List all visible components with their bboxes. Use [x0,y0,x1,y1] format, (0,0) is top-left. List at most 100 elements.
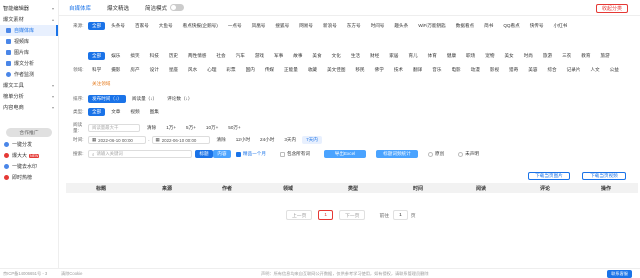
field-chip-21[interactable]: 美女 [500,52,517,60]
read-100k[interactable]: 10万+ [202,124,222,132]
source-chip-18[interactable]: 小红书 [549,22,571,30]
search-content-button[interactable]: 内容 [213,150,231,158]
download-page-images-button[interactable]: 下载当页图片 [528,172,570,180]
field-chip-27[interactable]: 科学 [88,66,105,74]
field-chip-51[interactable]: 记录片 [563,66,585,74]
field-chip-26[interactable]: 旅游 [596,52,613,60]
sort-comment-count[interactable]: 评论数（↓） [163,95,196,103]
field-chip-23[interactable]: 旅游 [539,52,556,60]
source-chip-13[interactable]: WiFi万能钥匙 [414,22,450,30]
sort-publish-time[interactable]: 发布时间（↓） [88,95,126,103]
field-chip-40[interactable]: 移民 [351,66,368,74]
date-from-input[interactable]: ▦ 2022-06-10 00:00 [88,136,146,144]
sidebar-group-ecommerce[interactable]: 内容电商 ▾ [0,102,58,113]
field-chip-39[interactable]: 美文佳图 [323,66,349,74]
field-chip-42[interactable]: 技术 [390,66,407,74]
contact-support-button[interactable]: 联系客服 [607,269,632,278]
field-chip-47[interactable]: 影视 [486,66,503,74]
field-chip-41[interactable]: 佛学 [371,66,388,74]
field-chip-1[interactable]: 娱乐 [107,52,124,60]
source-chip-3[interactable]: 大鱼号 [155,22,177,30]
icp-number[interactable]: 京ICP备14006651号 - 3 [3,271,61,277]
precise-month-checkbox[interactable]: 精品一个月 [236,151,266,157]
download-page-videos-button[interactable]: 下载当页视频 [582,172,626,180]
source-chip-10[interactable]: 东方号 [343,22,365,30]
source-chip-5[interactable]: 一点号 [224,22,246,30]
type-article[interactable]: 文章 [107,108,124,116]
source-chip-15[interactable]: 简书 [480,22,497,30]
search-title-button[interactable]: 标题 [195,150,213,158]
sidebar-item-video-library[interactable]: 视频库 [0,36,58,47]
field-chip-14[interactable]: 财经 [366,52,383,60]
read-500k[interactable]: 50万+ [224,124,244,132]
source-chip-14[interactable]: 数据看点 [452,22,478,30]
field-chip-45[interactable]: 电影 [447,66,464,74]
field-chip-17[interactable]: 体育 [424,52,441,60]
tab-hot-picks[interactable]: 爆文精选 [107,4,129,12]
read-50k[interactable]: 5万+ [182,124,200,132]
read-clear-button[interactable]: 清除 [143,124,160,132]
date-to-input[interactable]: ▦ 2022-06-10 00:00 [151,136,210,144]
title-word-stats-button[interactable]: 标题词频统计 [375,150,418,158]
sidebar-group-materials[interactable]: 爆文素材 ▴ [0,14,58,25]
include-all-checkbox[interactable]: 包含所有词 [279,151,310,157]
field-chip-3[interactable]: 科技 [146,52,163,60]
field-chip-38[interactable]: 收藏 [304,66,321,74]
field-chip-15[interactable]: 家居 [385,52,402,60]
source-chip-1[interactable]: 头条号 [107,22,129,30]
field-chip-52[interactable]: 人文 [586,66,603,74]
sort-read-count[interactable]: 阅读量（↓） [128,95,161,103]
field-chip-10[interactable]: 故事 [289,52,306,60]
field-chip-37[interactable]: 正能量 [280,66,302,74]
field-chip-28[interactable]: 摄影 [107,66,124,74]
current-page[interactable]: 1 [318,210,334,220]
field-chip-43[interactable]: 翻译 [409,66,426,74]
sidebar-item-hot-analysis[interactable]: 爆文分析 [0,58,58,69]
sidebar-group-editor[interactable]: 智能编辑器 ▾ [0,3,58,14]
time-7d[interactable]: 7天内 [302,136,322,144]
read-min-input[interactable]: 阅读量最大千 [88,124,140,132]
field-chip-32[interactable]: 风水 [184,66,201,74]
source-chip-12[interactable]: 趣头条 [390,22,412,30]
source-chip-7[interactable]: 搜狐号 [271,22,293,30]
field-chip-16[interactable]: 育儿 [404,52,421,60]
field-chip-22[interactable]: 时尚 [520,52,537,60]
field-chip-0[interactable]: 全部 [88,52,106,60]
partner-item-distribute[interactable]: 一键分发 [0,139,58,150]
type-video[interactable]: 视频 [126,108,143,116]
field-chip-18[interactable]: 健康 [443,52,460,60]
sidebar-item-author-monitor[interactable]: 作者监测 [0,69,58,80]
field-chip-8[interactable]: 游戏 [251,52,268,60]
source-chip-11[interactable]: 时间号 [367,22,389,30]
source-chip-6[interactable]: 凤凰号 [248,22,270,30]
field-chip-25[interactable]: 教育 [577,52,594,60]
sidebar-item-media-library[interactable]: 自媒体库 [0,25,58,36]
field-chip-35[interactable]: 国内 [242,66,259,74]
field-chip-46[interactable]: 动漫 [467,66,484,74]
field-chip-44[interactable]: 音乐 [428,66,445,74]
field-chip-30[interactable]: 设计 [146,66,163,74]
source-chip-8[interactable]: 网易号 [295,22,317,30]
field-chip-12[interactable]: 文化 [328,52,345,60]
field-chip-5[interactable]: 两性情感 [184,52,210,60]
field-chip-36[interactable]: 传媒 [261,66,278,74]
sidebar-group-tools[interactable]: 爆文工具 ▾ [0,80,58,91]
field-chip-50[interactable]: 综合 [543,66,560,74]
source-chip-16[interactable]: QQ看点 [499,22,523,30]
partner-item-watermark[interactable]: 一键去水印 [0,161,58,172]
source-chip-2[interactable]: 百家号 [131,22,153,30]
partner-item-hotlist[interactable]: 即时热榜 [0,172,58,183]
field-chip-9[interactable]: 军事 [270,52,287,60]
time-12h[interactable]: 12小时 [232,136,254,144]
field-chip-13[interactable]: 生活 [347,52,364,60]
field-chip-6[interactable]: 社会 [212,52,229,60]
export-excel-button[interactable]: 导出Excel [323,150,366,158]
field-chip-31[interactable]: 星座 [165,66,182,74]
source-chip-0[interactable]: 全部 [88,22,106,30]
original-radio[interactable]: 原创 [427,151,444,157]
time-clear-button[interactable]: 清除 [213,136,230,144]
field-chip-2[interactable]: 搞笑 [126,52,143,60]
type-gallery[interactable]: 图集 [146,108,163,116]
field-chip-48[interactable]: 猎奇 [505,66,522,74]
field-chip-19[interactable]: 职场 [462,52,479,60]
